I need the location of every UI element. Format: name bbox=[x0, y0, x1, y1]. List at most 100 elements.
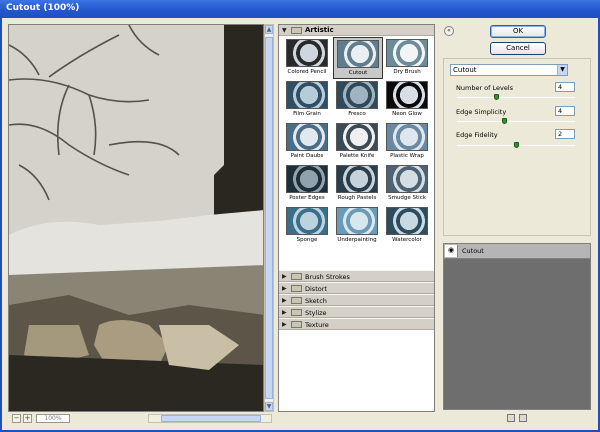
filter-thumb-label: Paint Daubs bbox=[290, 153, 324, 159]
filter-thumb-image bbox=[286, 165, 328, 193]
filter-thumb-image bbox=[336, 81, 378, 109]
filter-thumb-image bbox=[286, 81, 328, 109]
folder-icon bbox=[291, 285, 302, 292]
filter-thumb-image bbox=[286, 39, 328, 67]
title-bar: Cutout (100%) bbox=[0, 0, 600, 18]
ok-button[interactable]: OK bbox=[490, 25, 546, 38]
filter-thumb-paint-daubs[interactable]: Paint Daubs bbox=[283, 121, 333, 163]
param-label-levels: Number of Levels bbox=[456, 84, 514, 92]
folder-icon bbox=[291, 309, 302, 316]
scroll-down-icon[interactable]: ▼ bbox=[265, 402, 273, 411]
effect-layers-panel: ◉ Cutout bbox=[443, 243, 591, 410]
filter-thumb-image bbox=[386, 123, 428, 151]
category-distort[interactable]: ▶ Distort bbox=[279, 282, 434, 294]
filter-thumb-poster-edges[interactable]: Poster Edges bbox=[283, 163, 333, 205]
filter-thumb-watercolor[interactable]: Watercolor bbox=[383, 205, 433, 247]
param-label-simplicity: Edge Simplicity bbox=[456, 108, 507, 116]
filter-thumbnails: Colored Pencil Cutout Dry Brush Film Grain F… bbox=[283, 37, 433, 247]
preview-image[interactable] bbox=[8, 24, 264, 412]
collapsed-triangle-icon: ▶ bbox=[282, 321, 287, 328]
levels-field[interactable]: 4 bbox=[555, 82, 575, 92]
filter-thumb-palette-knife[interactable]: Palette Knife bbox=[333, 121, 383, 163]
eye-icon[interactable]: ◉ bbox=[445, 245, 458, 257]
fidelity-slider-knob[interactable] bbox=[513, 142, 519, 148]
filter-thumb-image bbox=[337, 40, 379, 68]
preview-canvas bbox=[9, 25, 263, 411]
zoom-level[interactable]: 100% bbox=[36, 414, 70, 423]
filter-thumb-smudge-stick[interactable]: Smudge Stick bbox=[383, 163, 433, 205]
filter-thumb-image bbox=[336, 207, 378, 235]
vertical-scroll-thumb[interactable] bbox=[265, 37, 273, 399]
category-texture[interactable]: ▶ Texture bbox=[279, 318, 434, 330]
category-label: Sketch bbox=[305, 297, 327, 305]
filter-thumb-label: Underpainting bbox=[337, 237, 377, 243]
folder-icon bbox=[291, 273, 302, 280]
category-sketch[interactable]: ▶ Sketch bbox=[279, 294, 434, 306]
filter-select[interactable]: Cutout ▼ bbox=[450, 64, 568, 76]
folder-icon bbox=[291, 27, 302, 34]
filter-thumb-label: Plastic Wrap bbox=[390, 153, 424, 159]
filter-thumb-label: Fresco bbox=[348, 111, 366, 117]
category-brush-strokes[interactable]: ▶ Brush Strokes bbox=[279, 270, 434, 282]
collapsed-triangle-icon: ▶ bbox=[282, 285, 287, 292]
category-label: Stylize bbox=[305, 309, 327, 317]
filter-thumb-colored-pencil[interactable]: Colored Pencil bbox=[283, 37, 333, 79]
cancel-button[interactable]: Cancel bbox=[490, 42, 546, 55]
horizontal-scroll-thumb[interactable] bbox=[161, 415, 261, 422]
preview-vertical-scrollbar[interactable]: ▲ ▼ bbox=[264, 24, 274, 412]
filter-thumb-dry-brush[interactable]: Dry Brush bbox=[383, 37, 433, 79]
filter-thumb-fresco[interactable]: Fresco bbox=[333, 79, 383, 121]
zoom-in-button[interactable]: + bbox=[23, 414, 32, 423]
category-label: Artistic bbox=[305, 26, 334, 34]
simplicity-field[interactable]: 4 bbox=[555, 106, 575, 116]
collapsed-triangle-icon: ▶ bbox=[282, 273, 287, 280]
window-title: Cutout (100%) bbox=[6, 3, 80, 13]
chevron-down-icon[interactable]: ▼ bbox=[557, 65, 567, 75]
preview-horizontal-scrollbar[interactable] bbox=[148, 414, 272, 423]
simplicity-slider[interactable] bbox=[457, 118, 575, 124]
double-chevron-up-icon[interactable]: « bbox=[444, 26, 454, 36]
param-label-fidelity: Edge Fidelity bbox=[456, 131, 498, 139]
trash-icon[interactable] bbox=[519, 414, 527, 422]
filter-thumb-neon-glow[interactable]: Neon Glow bbox=[383, 79, 433, 121]
effect-layer-name: Cutout bbox=[462, 247, 484, 255]
category-label: Texture bbox=[305, 321, 329, 329]
category-label: Brush Strokes bbox=[305, 273, 350, 281]
collapsed-triangle-icon: ▶ bbox=[282, 309, 287, 316]
filter-thumb-label: Cutout bbox=[348, 70, 368, 76]
filter-thumb-film-grain[interactable]: Film Grain bbox=[283, 79, 333, 121]
filter-thumb-underpainting[interactable]: Underpainting bbox=[333, 205, 383, 247]
scroll-up-icon[interactable]: ▲ bbox=[265, 25, 273, 34]
fidelity-slider[interactable] bbox=[457, 142, 575, 148]
new-effect-layer-icon[interactable] bbox=[507, 414, 515, 422]
filter-thumb-rough-pastels[interactable]: Rough Pastels bbox=[333, 163, 383, 205]
expanded-triangle-icon: ▼ bbox=[282, 27, 287, 34]
category-stylize[interactable]: ▶ Stylize bbox=[279, 306, 434, 318]
filter-thumb-image bbox=[386, 207, 428, 235]
levels-slider[interactable] bbox=[457, 94, 575, 100]
collapsed-categories: ▶ Brush Strokes ▶ Distort ▶ Sketch ▶ Stylize ▶ Te… bbox=[279, 270, 434, 330]
filter-thumb-image bbox=[286, 207, 328, 235]
filter-thumb-image bbox=[286, 123, 328, 151]
filter-select-value: Cutout bbox=[453, 66, 477, 74]
filter-thumb-plastic-wrap[interactable]: Plastic Wrap bbox=[383, 121, 433, 163]
filter-thumb-image bbox=[386, 81, 428, 109]
filter-thumb-image bbox=[386, 165, 428, 193]
fidelity-field[interactable]: 2 bbox=[555, 129, 575, 139]
filter-thumb-image bbox=[336, 165, 378, 193]
category-label: Distort bbox=[305, 285, 327, 293]
folder-icon bbox=[291, 297, 302, 304]
filter-thumb-label: Film Grain bbox=[293, 111, 321, 117]
filter-thumb-label: Palette Knife bbox=[339, 153, 375, 159]
filter-thumb-label: Poster Edges bbox=[289, 195, 325, 201]
effect-layer-row[interactable]: ◉ Cutout bbox=[444, 244, 590, 259]
folder-icon bbox=[291, 321, 302, 328]
filter-thumb-label: Dry Brush bbox=[393, 69, 421, 75]
zoom-out-button[interactable]: − bbox=[12, 414, 21, 423]
filter-thumb-label: Rough Pastels bbox=[337, 195, 377, 201]
filter-thumb-sponge[interactable]: Sponge bbox=[283, 205, 333, 247]
filter-thumb-image bbox=[336, 123, 378, 151]
category-artistic[interactable]: ▼ Artistic bbox=[279, 25, 434, 36]
filter-thumb-cutout[interactable]: Cutout bbox=[333, 37, 383, 79]
zoom-bar: − + 100% bbox=[8, 413, 274, 424]
